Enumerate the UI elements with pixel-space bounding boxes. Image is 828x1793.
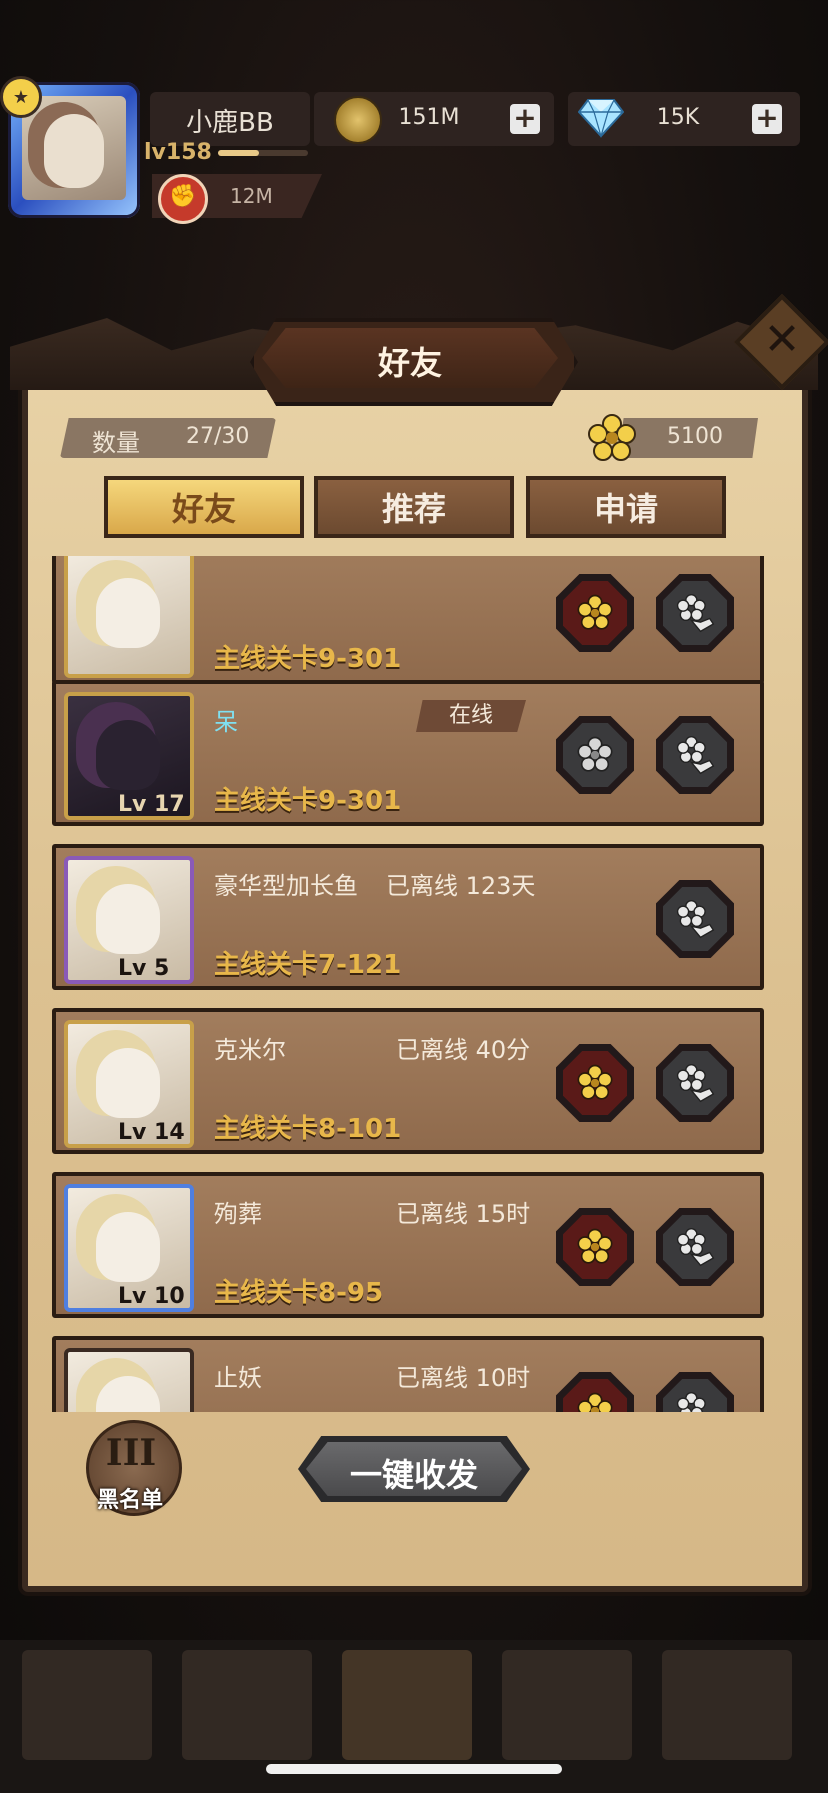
friend-avatar[interactable]: Lv 17: [64, 692, 194, 820]
nav-slot-3[interactable]: [342, 1650, 472, 1760]
xp-bar: [218, 150, 308, 156]
online-status-tag: 在线: [416, 700, 526, 732]
friend-name: 殉葬: [214, 1200, 262, 1228]
send-flower-button[interactable]: [556, 574, 634, 652]
flower-icon: [577, 1064, 613, 1100]
friend-card: 主线关卡9-301: [52, 556, 764, 684]
friend-level: Lv 14: [118, 1120, 185, 1145]
tab-requests[interactable]: 申请: [526, 476, 726, 538]
avatar-face: [96, 884, 160, 954]
friend-stage: 主线关卡9-301: [214, 786, 402, 816]
friend-status: 已离线 10时: [396, 1364, 531, 1392]
nav-slot-2[interactable]: [182, 1650, 312, 1760]
send-flower-button[interactable]: [556, 1208, 634, 1286]
claim-flower-button[interactable]: [656, 716, 734, 794]
send-flower-button[interactable]: [556, 1372, 634, 1412]
flower-icon: [577, 594, 613, 630]
player-name: 小鹿BB: [186, 108, 274, 138]
friend-avatar[interactable]: [64, 556, 194, 678]
blacklist-label: 黑名单: [96, 1488, 163, 1513]
avatar-face: [44, 114, 104, 188]
claim-flower-button[interactable]: [656, 1208, 734, 1286]
flower-icon: [577, 1392, 613, 1412]
friend-stage: 主线关卡7-121: [214, 950, 402, 980]
tab-recommended[interactable]: 推荐: [314, 476, 514, 538]
avatar-face: [96, 1376, 160, 1412]
friend-stage: 主线关卡8-95: [214, 1278, 384, 1308]
friend-card: Lv 5 豪华型加长鱼 已离线 123天 主线关卡7-121: [52, 844, 764, 990]
friend-level: Lv 10: [118, 1284, 185, 1309]
coin-icon: [334, 96, 382, 144]
friend-card: 止妖 已离线 10时: [52, 1336, 764, 1412]
friend-name: 止妖: [214, 1364, 262, 1392]
gem-amount: 15K: [656, 105, 700, 130]
send-flower-button-disabled[interactable]: [556, 716, 634, 794]
avatar-portrait: [22, 96, 126, 200]
nav-slot-1[interactable]: [22, 1650, 152, 1760]
claim-flower-button[interactable]: [656, 574, 734, 652]
friend-avatar[interactable]: Lv 14: [64, 1020, 194, 1148]
hand-flower-icon: [676, 899, 715, 939]
flower-currency-icon: [588, 414, 636, 461]
friend-card: Lv 17 呆 在线 主线关卡9-301: [52, 680, 764, 826]
claim-flower-button[interactable]: [656, 880, 734, 958]
flower-icon: [577, 1228, 613, 1264]
avatar-face: [96, 1212, 160, 1282]
nav-slot-4[interactable]: [502, 1650, 632, 1760]
friend-name: 克米尔: [214, 1036, 286, 1064]
avatar-face: [96, 720, 160, 790]
one-click-label: 一键收发: [349, 1456, 478, 1494]
hand-flower-icon: [676, 1063, 715, 1103]
hand-flower-icon: [676, 1227, 715, 1267]
flower-icon: [577, 736, 613, 772]
friend-avatar[interactable]: Lv 10: [64, 1184, 194, 1312]
fist-icon: ✊: [158, 174, 208, 224]
blacklist-icon: III: [105, 1432, 157, 1474]
friend-stage: 主线关卡8-101: [214, 1114, 402, 1144]
friend-count-label: 数量: [92, 429, 140, 457]
add-coins-button[interactable]: +: [510, 104, 540, 134]
friend-name: 豪华型加长鱼: [214, 872, 358, 900]
friend-name: 呆: [214, 708, 238, 736]
hand-flower-icon: [676, 735, 715, 775]
top-status-bar: ★ 小鹿BB lv158 151M + 15K + ✊ 12M: [0, 0, 828, 250]
player-level: lv158: [144, 140, 212, 165]
close-icon[interactable]: ✕: [748, 310, 816, 370]
friend-card: Lv 10 殉葬 已离线 15时 主线关卡8-95: [52, 1172, 764, 1318]
friend-status: 已离线 15时: [396, 1200, 531, 1228]
friend-status: 已离线 40分: [396, 1036, 531, 1064]
friend-stage: 主线关卡9-301: [214, 644, 402, 674]
friend-card: Lv 14 克米尔 已离线 40分 主线关卡8-101: [52, 1008, 764, 1154]
power-value: 12M: [230, 184, 273, 208]
claim-flower-button[interactable]: [656, 1044, 734, 1122]
home-indicator[interactable]: [266, 1764, 562, 1774]
friend-level: Lv 5: [118, 956, 170, 981]
xp-fill: [218, 150, 259, 156]
player-name-box: 小鹿BB: [150, 92, 310, 146]
friend-count-value: 27/30: [186, 424, 250, 449]
hand-flower-icon: [676, 1391, 706, 1412]
moon-badge-icon: ★: [0, 76, 42, 118]
add-gems-button[interactable]: +: [752, 104, 782, 134]
friend-level: Lv 17: [118, 792, 185, 817]
diamond-icon: [578, 99, 624, 138]
flower-currency-value: 5100: [667, 424, 723, 449]
send-flower-button[interactable]: [556, 1044, 634, 1122]
friends-list[interactable]: 主线关卡9-301 Lv 17 呆 在线 主线关卡9-301 Lv 5 豪华型加…: [52, 556, 776, 1412]
friend-status: 已离线 123天: [386, 872, 536, 900]
avatar-face: [96, 578, 160, 648]
hand-flower-icon: [676, 593, 715, 633]
avatar-face: [96, 1048, 160, 1118]
nav-slot-5[interactable]: [662, 1650, 792, 1760]
friend-avatar[interactable]: [64, 1348, 194, 1412]
panel-title: 好友: [377, 344, 442, 382]
claim-flower-button[interactable]: [656, 1372, 734, 1412]
tab-friends[interactable]: 好友: [104, 476, 304, 538]
friend-avatar[interactable]: Lv 5: [64, 856, 194, 984]
